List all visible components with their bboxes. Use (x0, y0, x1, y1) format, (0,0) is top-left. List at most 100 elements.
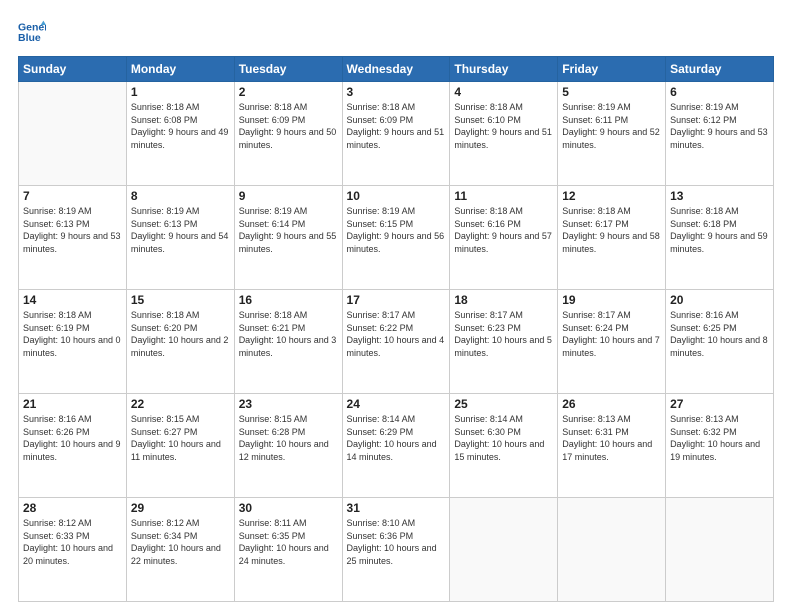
day-number: 2 (239, 85, 338, 99)
day-number: 11 (454, 189, 553, 203)
calendar-cell: 19 Sunrise: 8:17 AMSunset: 6:24 PMDayligh… (558, 290, 666, 394)
day-number: 29 (131, 501, 230, 515)
day-number: 6 (670, 85, 769, 99)
day-number: 8 (131, 189, 230, 203)
day-number: 27 (670, 397, 769, 411)
calendar-cell: 20 Sunrise: 8:16 AMSunset: 6:25 PMDayligh… (666, 290, 774, 394)
day-number: 18 (454, 293, 553, 307)
calendar-cell: 27 Sunrise: 8:13 AMSunset: 6:32 PMDayligh… (666, 394, 774, 498)
day-info: Sunrise: 8:17 AMSunset: 6:24 PMDaylight:… (562, 309, 661, 359)
calendar-cell: 25 Sunrise: 8:14 AMSunset: 6:30 PMDayligh… (450, 394, 558, 498)
day-number: 20 (670, 293, 769, 307)
calendar-cell: 9 Sunrise: 8:19 AMSunset: 6:14 PMDaylight… (234, 186, 342, 290)
day-info: Sunrise: 8:19 AMSunset: 6:14 PMDaylight:… (239, 205, 338, 255)
day-info: Sunrise: 8:12 AMSunset: 6:34 PMDaylight:… (131, 517, 230, 567)
day-info: Sunrise: 8:14 AMSunset: 6:30 PMDaylight:… (454, 413, 553, 463)
day-info: Sunrise: 8:16 AMSunset: 6:25 PMDaylight:… (670, 309, 769, 359)
day-info: Sunrise: 8:19 AMSunset: 6:11 PMDaylight:… (562, 101, 661, 151)
page: General Blue SundayMondayTuesdayWednesda… (0, 0, 792, 612)
day-info: Sunrise: 8:18 AMSunset: 6:18 PMDaylight:… (670, 205, 769, 255)
weekday-saturday: Saturday (666, 57, 774, 82)
calendar-cell: 5 Sunrise: 8:19 AMSunset: 6:11 PMDaylight… (558, 82, 666, 186)
day-info: Sunrise: 8:11 AMSunset: 6:35 PMDaylight:… (239, 517, 338, 567)
calendar-cell: 6Sunrise: 8:19 AMSunset: 6:12 PMDaylight… (666, 82, 774, 186)
day-number: 1 (131, 85, 230, 99)
day-number: 16 (239, 293, 338, 307)
weekday-sunday: Sunday (19, 57, 127, 82)
day-number: 17 (347, 293, 446, 307)
day-number: 13 (670, 189, 769, 203)
day-info: Sunrise: 8:19 AMSunset: 6:15 PMDaylight:… (347, 205, 446, 255)
day-info: Sunrise: 8:18 AMSunset: 6:19 PMDaylight:… (23, 309, 122, 359)
calendar-table: SundayMondayTuesdayWednesdayThursdayFrid… (18, 56, 774, 602)
day-info: Sunrise: 8:13 AMSunset: 6:31 PMDaylight:… (562, 413, 661, 463)
day-number: 7 (23, 189, 122, 203)
day-info: Sunrise: 8:10 AMSunset: 6:36 PMDaylight:… (347, 517, 446, 567)
calendar-cell: 8 Sunrise: 8:19 AMSunset: 6:13 PMDaylight… (126, 186, 234, 290)
day-number: 5 (562, 85, 661, 99)
weekday-tuesday: Tuesday (234, 57, 342, 82)
day-number: 3 (347, 85, 446, 99)
calendar-cell: 16 Sunrise: 8:18 AMSunset: 6:21 PMDayligh… (234, 290, 342, 394)
calendar-cell: 14Sunrise: 8:18 AMSunset: 6:19 PMDayligh… (19, 290, 127, 394)
calendar-cell: 18 Sunrise: 8:17 AMSunset: 6:23 PMDayligh… (450, 290, 558, 394)
day-info: Sunrise: 8:17 AMSunset: 6:22 PMDaylight:… (347, 309, 446, 359)
calendar-cell: 1 Sunrise: 8:18 AMSunset: 6:08 PMDaylight… (126, 82, 234, 186)
calendar-cell: 29 Sunrise: 8:12 AMSunset: 6:34 PMDayligh… (126, 498, 234, 602)
day-number: 12 (562, 189, 661, 203)
calendar-cell (666, 498, 774, 602)
day-number: 22 (131, 397, 230, 411)
day-info: Sunrise: 8:18 AMSunset: 6:20 PMDaylight:… (131, 309, 230, 359)
day-number: 30 (239, 501, 338, 515)
day-info: Sunrise: 8:12 AMSunset: 6:33 PMDaylight:… (23, 517, 122, 567)
day-number: 26 (562, 397, 661, 411)
calendar-cell: 24Sunrise: 8:14 AMSunset: 6:29 PMDayligh… (342, 394, 450, 498)
day-number: 23 (239, 397, 338, 411)
day-number: 19 (562, 293, 661, 307)
calendar-cell: 12 Sunrise: 8:18 AMSunset: 6:17 PMDayligh… (558, 186, 666, 290)
weekday-header-row: SundayMondayTuesdayWednesdayThursdayFrid… (19, 57, 774, 82)
calendar-cell: 26 Sunrise: 8:13 AMSunset: 6:31 PMDayligh… (558, 394, 666, 498)
day-info: Sunrise: 8:14 AMSunset: 6:29 PMDaylight:… (347, 413, 446, 463)
calendar-cell: 30 Sunrise: 8:11 AMSunset: 6:35 PMDayligh… (234, 498, 342, 602)
calendar-cell: 23 Sunrise: 8:15 AMSunset: 6:28 PMDayligh… (234, 394, 342, 498)
weekday-thursday: Thursday (450, 57, 558, 82)
day-number: 10 (347, 189, 446, 203)
day-number: 15 (131, 293, 230, 307)
day-info: Sunrise: 8:15 AMSunset: 6:28 PMDaylight:… (239, 413, 338, 463)
day-info: Sunrise: 8:16 AMSunset: 6:26 PMDaylight:… (23, 413, 122, 463)
calendar-cell: 22 Sunrise: 8:15 AMSunset: 6:27 PMDayligh… (126, 394, 234, 498)
week-row-4: 21 Sunrise: 8:16 AMSunset: 6:26 PMDayligh… (19, 394, 774, 498)
calendar-cell: 11 Sunrise: 8:18 AMSunset: 6:16 PMDayligh… (450, 186, 558, 290)
day-info: Sunrise: 8:17 AMSunset: 6:23 PMDaylight:… (454, 309, 553, 359)
day-info: Sunrise: 8:18 AMSunset: 6:10 PMDaylight:… (454, 101, 553, 151)
calendar-cell: 10 Sunrise: 8:19 AMSunset: 6:15 PMDayligh… (342, 186, 450, 290)
day-info: Sunrise: 8:18 AMSunset: 6:16 PMDaylight:… (454, 205, 553, 255)
day-number: 21 (23, 397, 122, 411)
calendar-cell: 4Sunrise: 8:18 AMSunset: 6:10 PMDaylight… (450, 82, 558, 186)
day-number: 28 (23, 501, 122, 515)
calendar-cell: 13 Sunrise: 8:18 AMSunset: 6:18 PMDayligh… (666, 186, 774, 290)
logo-icon: General Blue (18, 18, 46, 46)
svg-text:Blue: Blue (18, 32, 41, 44)
weekday-wednesday: Wednesday (342, 57, 450, 82)
week-row-5: 28 Sunrise: 8:12 AMSunset: 6:33 PMDayligh… (19, 498, 774, 602)
day-info: Sunrise: 8:13 AMSunset: 6:32 PMDaylight:… (670, 413, 769, 463)
day-number: 9 (239, 189, 338, 203)
calendar-cell: 31Sunrise: 8:10 AMSunset: 6:36 PMDayligh… (342, 498, 450, 602)
calendar-cell: 28 Sunrise: 8:12 AMSunset: 6:33 PMDayligh… (19, 498, 127, 602)
day-info: Sunrise: 8:18 AMSunset: 6:08 PMDaylight:… (131, 101, 230, 151)
day-info: Sunrise: 8:18 AMSunset: 6:17 PMDaylight:… (562, 205, 661, 255)
calendar-cell: 21 Sunrise: 8:16 AMSunset: 6:26 PMDayligh… (19, 394, 127, 498)
logo: General Blue (18, 18, 50, 46)
week-row-3: 14Sunrise: 8:18 AMSunset: 6:19 PMDayligh… (19, 290, 774, 394)
day-info: Sunrise: 8:19 AMSunset: 6:13 PMDaylight:… (131, 205, 230, 255)
day-info: Sunrise: 8:15 AMSunset: 6:27 PMDaylight:… (131, 413, 230, 463)
calendar-cell: 2Sunrise: 8:18 AMSunset: 6:09 PMDaylight… (234, 82, 342, 186)
calendar-cell (19, 82, 127, 186)
calendar-cell (450, 498, 558, 602)
calendar-cell: 15 Sunrise: 8:18 AMSunset: 6:20 PMDayligh… (126, 290, 234, 394)
day-number: 25 (454, 397, 553, 411)
calendar-cell: 3Sunrise: 8:18 AMSunset: 6:09 PMDaylight… (342, 82, 450, 186)
day-info: Sunrise: 8:18 AMSunset: 6:21 PMDaylight:… (239, 309, 338, 359)
